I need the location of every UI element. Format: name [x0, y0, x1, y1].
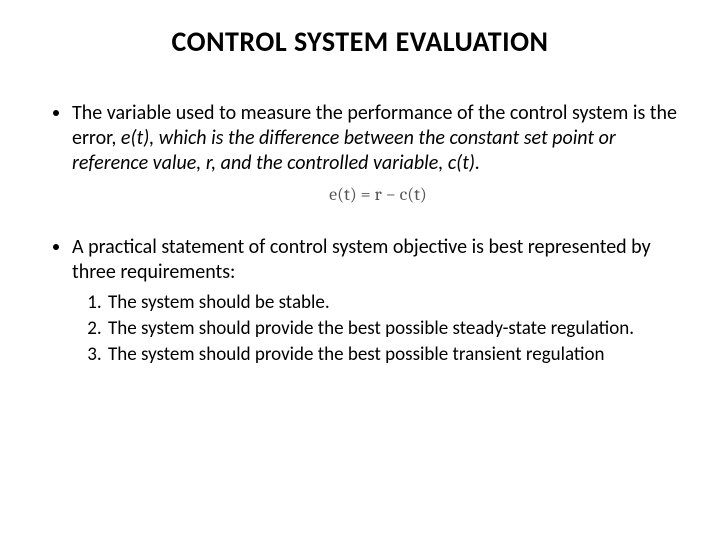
bullet1-italic: e(t), which is the difference between th…	[72, 126, 616, 175]
bullet2-text: A practical statement of control system …	[72, 235, 651, 284]
requirement-2: The system should provide the best possi…	[106, 317, 684, 341]
requirement-3: The system should provide the best possi…	[106, 343, 684, 367]
main-bullets: The variable used to measure the perform…	[36, 101, 684, 367]
equation: e(t) = r − c(t)	[72, 184, 684, 207]
bullet-error-definition: The variable used to measure the perform…	[72, 101, 684, 207]
bullet-objective: A practical statement of control system …	[72, 235, 684, 368]
requirement-1: The system should be stable.	[106, 291, 684, 315]
requirements-list: The system should be stable. The system …	[72, 291, 684, 368]
page-title: CONTROL SYSTEM EVALUATION	[36, 24, 684, 59]
